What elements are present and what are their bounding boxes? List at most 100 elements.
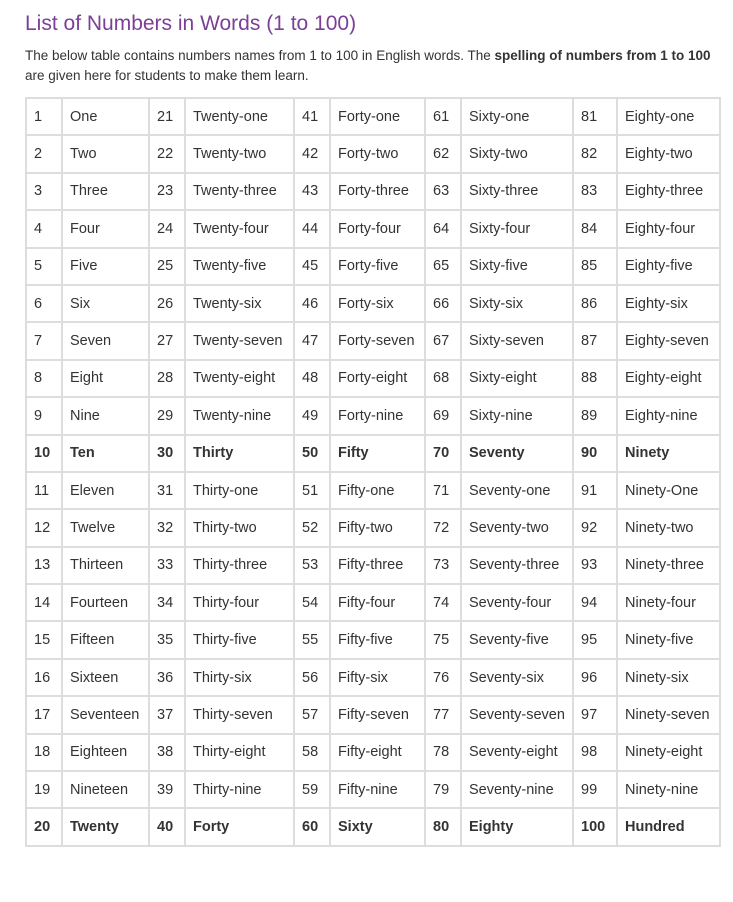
number-cell: 12 xyxy=(25,508,63,548)
word-cell: Seventy-three xyxy=(460,545,574,586)
number-cell: 44 xyxy=(293,209,331,249)
word-cell: Twenty-eight xyxy=(184,358,295,399)
number-cell: 74 xyxy=(424,583,462,623)
number-cell: 92 xyxy=(572,508,618,548)
page: List of Numbers in Words (1 to 100) The … xyxy=(0,0,733,902)
number-cell: 27 xyxy=(148,321,186,361)
number-cell: 93 xyxy=(572,545,618,586)
number-cell: 19 xyxy=(25,770,63,810)
intro-paragraph: The below table contains numbers names f… xyxy=(25,46,715,86)
table-row: 11 Eleven 31 Thirty-one 51 Fifty-one 71 Seventy… xyxy=(25,470,721,511)
word-cell: Hundred xyxy=(616,807,721,847)
intro-bold-text: spelling of numbers from 1 to 100 xyxy=(494,48,711,63)
word-cell: Eighty-three xyxy=(616,171,721,212)
number-cell: 96 xyxy=(572,657,618,698)
table-row: 13 Thirteen 33 Thirty-three 53 Fifty-three 73 S… xyxy=(25,545,721,586)
number-cell: 98 xyxy=(572,732,618,773)
word-cell: Eighty-nine xyxy=(616,396,721,436)
number-cell: 43 xyxy=(293,171,331,212)
table-row: 15 Fifteen 35 Thirty-five 55 Fifty-five 75 Seve… xyxy=(25,620,721,660)
word-cell: Thirty-two xyxy=(184,508,295,548)
number-cell: 21 xyxy=(148,96,186,137)
number-cell: 91 xyxy=(572,470,618,511)
word-cell: Sixty xyxy=(329,807,426,847)
number-cell: 46 xyxy=(293,283,331,324)
word-cell: Seventy-one xyxy=(460,470,574,511)
word-cell: Fifty-five xyxy=(329,620,426,660)
number-cell: 87 xyxy=(572,321,618,361)
number-cell: 80 xyxy=(424,807,462,847)
table-row: 1 One 21 Twenty-one 41 Forty-one 61 Sixty-one 81… xyxy=(25,96,721,137)
word-cell: One xyxy=(61,96,150,137)
number-cell: 83 xyxy=(572,171,618,212)
word-cell: Thirty-three xyxy=(184,545,295,586)
word-cell: Thirty-nine xyxy=(184,770,295,810)
word-cell: Ten xyxy=(61,433,150,473)
number-cell: 32 xyxy=(148,508,186,548)
word-cell: Forty-three xyxy=(329,171,426,212)
word-cell: Sixty-seven xyxy=(460,321,574,361)
number-cell: 4 xyxy=(25,209,63,249)
word-cell: Thirty xyxy=(184,433,295,473)
word-cell: Seventy xyxy=(460,433,574,473)
number-cell: 60 xyxy=(293,807,331,847)
word-cell: Thirteen xyxy=(61,545,150,586)
word-cell: Eighteen xyxy=(61,732,150,773)
number-cell: 73 xyxy=(424,545,462,586)
word-cell: Fifty-six xyxy=(329,657,426,698)
word-cell: Seven xyxy=(61,321,150,361)
table-row: 3 Three 23 Twenty-three 43 Forty-three 63 Sixty… xyxy=(25,171,721,212)
table-row: 4 Four 24 Twenty-four 44 Forty-four 64 Sixty-fo… xyxy=(25,209,721,249)
word-cell: Sixty-eight xyxy=(460,358,574,399)
word-cell: Eight xyxy=(61,358,150,399)
word-cell: Eighty-four xyxy=(616,209,721,249)
number-cell: 58 xyxy=(293,732,331,773)
number-cell: 26 xyxy=(148,283,186,324)
word-cell: Eighty-five xyxy=(616,246,721,286)
word-cell: Twenty-four xyxy=(184,209,295,249)
word-cell: Fourteen xyxy=(61,583,150,623)
word-cell: Forty-five xyxy=(329,246,426,286)
number-cell: 24 xyxy=(148,209,186,249)
numbers-table: 1 One 21 Twenty-one 41 Forty-one 61 Sixty-one 81… xyxy=(25,96,721,847)
number-cell: 79 xyxy=(424,770,462,810)
word-cell: Fifty-one xyxy=(329,470,426,511)
word-cell: Thirty-five xyxy=(184,620,295,660)
number-cell: 2 xyxy=(25,134,63,174)
page-title: List of Numbers in Words (1 to 100) xyxy=(25,12,357,35)
number-cell: 70 xyxy=(424,433,462,473)
word-cell: Seventy-eight xyxy=(460,732,574,773)
number-cell: 35 xyxy=(148,620,186,660)
word-cell: Ninety-five xyxy=(616,620,721,660)
table-row: 10 Ten 30 Thirty 50 Fifty 70 Seventy 90 Ninety xyxy=(25,433,721,473)
word-cell: Ninety-One xyxy=(616,470,721,511)
word-cell: Seventy-six xyxy=(460,657,574,698)
number-cell: 57 xyxy=(293,695,331,735)
number-cell: 38 xyxy=(148,732,186,773)
table-body: 1 One 21 Twenty-one 41 Forty-one 61 Sixty-one 81… xyxy=(25,96,721,847)
word-cell: Fifty-four xyxy=(329,583,426,623)
word-cell: Ninety-four xyxy=(616,583,721,623)
word-cell: Nine xyxy=(61,396,150,436)
number-cell: 99 xyxy=(572,770,618,810)
word-cell: Sixty-nine xyxy=(460,396,574,436)
table-row: 17 Seventeen 37 Thirty-seven 57 Fifty-seven 77… xyxy=(25,695,721,735)
table-row: 6 Six 26 Twenty-six 46 Forty-six 66 Sixty-six 86… xyxy=(25,283,721,324)
number-cell: 14 xyxy=(25,583,63,623)
table-row: 8 Eight 28 Twenty-eight 48 Forty-eight 68 Sixty… xyxy=(25,358,721,399)
number-cell: 3 xyxy=(25,171,63,212)
word-cell: Sixteen xyxy=(61,657,150,698)
number-cell: 61 xyxy=(424,96,462,137)
word-cell: Forty xyxy=(184,807,295,847)
word-cell: Forty-nine xyxy=(329,396,426,436)
word-cell: Forty-seven xyxy=(329,321,426,361)
number-cell: 75 xyxy=(424,620,462,660)
word-cell: Forty-four xyxy=(329,209,426,249)
number-cell: 16 xyxy=(25,657,63,698)
number-cell: 36 xyxy=(148,657,186,698)
word-cell: Sixty-three xyxy=(460,171,574,212)
word-cell: Ninety xyxy=(616,433,721,473)
number-cell: 64 xyxy=(424,209,462,249)
number-cell: 54 xyxy=(293,583,331,623)
word-cell: Sixty-six xyxy=(460,283,574,324)
